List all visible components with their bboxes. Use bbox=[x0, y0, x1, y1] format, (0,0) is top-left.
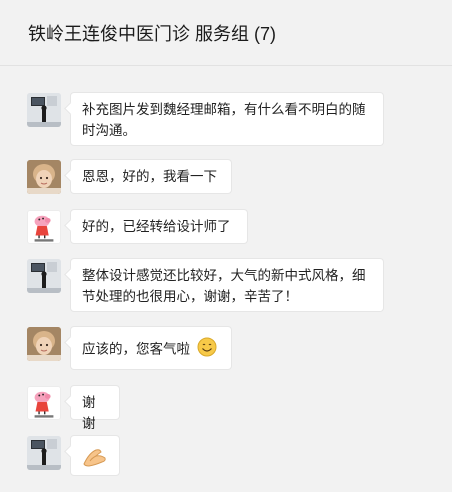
message-bubble[interactable]: 整体设计感觉还比较好，大气的新中式风格，细节处理的也很用心，谢谢，辛苦了！ bbox=[70, 258, 384, 312]
message-bubble[interactable]: 补充图片发到魏经理邮箱，有什么看不明白的随时沟通。 bbox=[70, 92, 384, 146]
message-bubble[interactable]: 好的，已经转给设计师了 bbox=[70, 209, 248, 244]
avatar[interactable] bbox=[27, 210, 61, 244]
avatar[interactable] bbox=[27, 436, 61, 470]
message-bubble[interactable]: 谢谢 bbox=[70, 385, 120, 431]
message-text: 谢谢 bbox=[82, 395, 96, 431]
avatar[interactable] bbox=[27, 327, 61, 361]
avatar[interactable] bbox=[27, 259, 61, 293]
smile-emoji-icon bbox=[197, 337, 217, 363]
chat-header: 铁岭王连俊中医门诊 服务组 (7) bbox=[0, 0, 452, 66]
message-text: 应该的，您客气啦 bbox=[82, 341, 190, 357]
message-text: 补充图片发到魏经理邮箱，有什么看不明白的随时沟通。 bbox=[82, 102, 366, 138]
message-text: 整体设计感觉还比较好，大气的新中式风格，细节处理的也很用心，谢谢，辛苦了！ bbox=[82, 268, 366, 304]
message-bubble[interactable]: 应该的，您客气啦 bbox=[70, 326, 232, 370]
avatar[interactable] bbox=[27, 93, 61, 127]
avatar[interactable] bbox=[27, 160, 61, 194]
ok-hand-emoji-icon bbox=[81, 449, 109, 471]
chat-title[interactable]: 铁岭王连俊中医门诊 服务组 (7) bbox=[28, 22, 276, 46]
message-bubble[interactable] bbox=[70, 435, 120, 476]
message-text: 好的，已经转给设计师了 bbox=[82, 219, 231, 234]
message-bubble[interactable]: 恩恩，好的，我看一下 bbox=[70, 159, 232, 194]
message-text: 恩恩，好的，我看一下 bbox=[82, 169, 217, 184]
avatar[interactable] bbox=[27, 386, 61, 420]
